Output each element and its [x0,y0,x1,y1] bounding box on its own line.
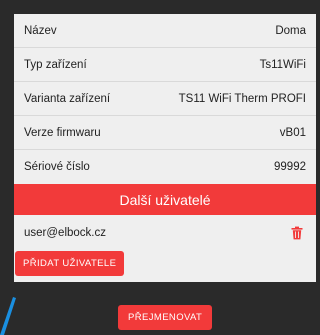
delete-user-button[interactable] [290,226,304,240]
info-value: TS11 WiFi Therm PROFI [178,92,306,105]
info-label: Verze firmwaru [24,126,101,139]
device-info-card: Název Doma Typ zařízení Ts11WiFi Variant… [14,14,316,282]
add-user-container: PŘIDAT UŽIVATELE [14,251,316,282]
info-row-device-variant: Varianta zařízení TS11 WiFi Therm PROFI [14,82,316,116]
info-row-name: Název Doma [14,14,316,48]
user-list-item: user@elbock.cz [14,215,316,251]
info-label: Název [24,24,57,37]
info-value: Doma [275,24,306,37]
trash-icon [291,226,303,240]
user-email: user@elbock.cz [24,227,106,239]
info-label: Varianta zařízení [24,92,111,105]
other-users-header: Další uživatelé [14,184,316,215]
info-row-serial: Sériové číslo 99992 [14,150,316,184]
info-value: Ts11WiFi [259,58,306,71]
cursor-icon [0,297,16,335]
add-user-button[interactable]: PŘIDAT UŽIVATELE [15,251,125,276]
rename-button[interactable]: PŘEJMENOVAT [118,305,213,330]
info-row-firmware: Verze firmwaru vB01 [14,116,316,150]
info-row-device-type: Typ zařízení Ts11WiFi [14,48,316,82]
info-value: vB01 [279,126,306,139]
info-label: Sériové číslo [24,161,90,173]
info-value: 99992 [274,161,306,173]
info-label: Typ zařízení [24,58,87,71]
